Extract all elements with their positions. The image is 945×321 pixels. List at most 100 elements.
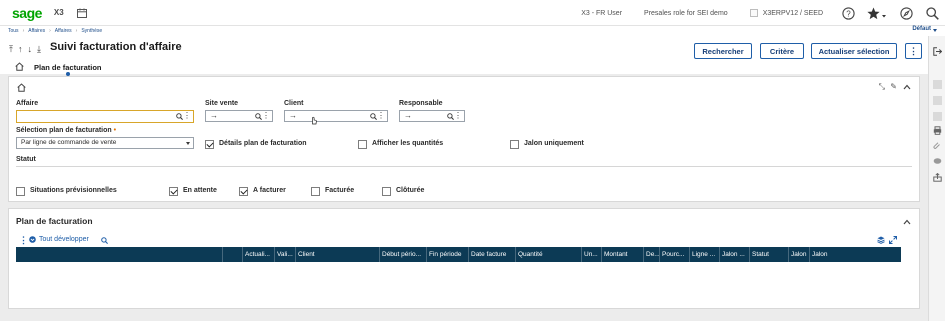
compass-icon[interactable] xyxy=(899,6,913,20)
status-checkbox-a-facturer[interactable] xyxy=(239,187,248,196)
breadcrumb-item-affaires-2[interactable]: Affaires xyxy=(55,28,72,34)
side-panel-icon-2[interactable] xyxy=(933,96,942,105)
milestone-only-checkbox[interactable] xyxy=(510,140,519,149)
column-header[interactable]: Vali... xyxy=(274,247,295,262)
client-field[interactable]: → ⋮ xyxy=(284,110,388,125)
column-header[interactable]: Montant xyxy=(601,247,643,262)
criteria-button[interactable]: Critère xyxy=(760,43,804,59)
status-label-en-attente: En attente xyxy=(183,187,217,194)
default-view-selector[interactable]: Défaut xyxy=(912,26,931,32)
home-icon[interactable] xyxy=(17,83,26,94)
site-field[interactable]: → ⋮ xyxy=(205,110,273,122)
search-icon[interactable] xyxy=(101,237,108,244)
status-heading: Statut xyxy=(16,156,36,163)
help-icon[interactable]: ? xyxy=(841,6,855,20)
status-label-a-facturer: A facturer xyxy=(253,187,286,194)
chevron-up-icon[interactable] xyxy=(903,83,911,92)
status-checkbox-facturee[interactable] xyxy=(311,187,320,196)
chevron-up-icon[interactable] xyxy=(903,218,911,227)
column-header[interactable]: Client xyxy=(295,247,379,262)
site-label: Site vente xyxy=(205,100,239,107)
grid-menu-icon[interactable]: ⋮ xyxy=(19,235,28,246)
status-checkbox-previsionnelles[interactable] xyxy=(16,187,25,196)
more-actions-button[interactable]: ⋮ xyxy=(905,43,922,59)
column-header[interactable]: Pourc... xyxy=(659,247,689,262)
svg-text:?: ? xyxy=(846,9,851,18)
column-header[interactable]: Fin période xyxy=(426,247,468,262)
previous-record-icon[interactable]: ↑ xyxy=(18,44,23,55)
arrow-right-icon[interactable]: → xyxy=(404,111,412,120)
first-record-icon[interactable]: ⤒ xyxy=(9,44,13,55)
column-header[interactable]: Un... xyxy=(581,247,601,262)
breadcrumb-item-synthese[interactable]: Synthèse xyxy=(81,28,102,34)
column-header[interactable]: Jalon xyxy=(788,247,809,262)
selection-plan-dropdown[interactable]: Par ligne de commande de vente xyxy=(16,137,194,149)
column-header[interactable]: Début pério... xyxy=(379,247,426,262)
responsable-field[interactable]: → ⋮ xyxy=(399,110,465,122)
tab-billing-plan[interactable]: Plan de facturation xyxy=(34,63,102,72)
search-icon[interactable] xyxy=(370,113,377,120)
column-header[interactable]: Statut xyxy=(749,247,788,262)
column-header[interactable]: Jalon xyxy=(809,247,901,262)
details-plan-label: Détails plan de facturation xyxy=(219,140,307,147)
field-menu-icon[interactable]: ⋮ xyxy=(262,111,270,120)
column-header[interactable] xyxy=(222,247,242,262)
criteria-panel: ⤡ ✎ Affaire ⋮ Site vente → ⋮ Client → ⋮ … xyxy=(8,76,920,202)
search-icon[interactable] xyxy=(447,113,454,120)
sage-logo[interactable]: sage xyxy=(12,5,42,21)
next-record-icon[interactable]: ↓ xyxy=(27,44,32,55)
collapse-all-icon[interactable]: ⤡ xyxy=(879,82,885,92)
details-plan-checkbox[interactable] xyxy=(205,140,214,149)
search-icon[interactable] xyxy=(925,6,939,20)
search-icon[interactable] xyxy=(176,113,183,120)
side-panel-icon-3[interactable] xyxy=(933,112,942,121)
search-button[interactable]: Rechercher xyxy=(694,43,752,59)
status-checkbox-cloturee[interactable] xyxy=(382,187,391,196)
grid-header-row: Actuali... Vali... Client Début pério...… xyxy=(16,247,901,262)
chevron-down-icon[interactable] xyxy=(933,29,937,32)
status-checkbox-en-attente[interactable] xyxy=(169,187,178,196)
folder-selector[interactable]: X3ERPV12 / SEED xyxy=(749,9,823,17)
show-quantities-checkbox[interactable] xyxy=(358,140,367,149)
column-header[interactable]: Jalon ... xyxy=(719,247,749,262)
attachment-icon[interactable] xyxy=(933,142,942,151)
breadcrumb-item-tous[interactable]: Tous xyxy=(8,28,19,34)
column-header[interactable]: De... xyxy=(643,247,659,262)
search-icon[interactable] xyxy=(255,113,262,120)
folder-label: X3ERPV12 / SEED xyxy=(762,9,823,17)
required-indicator: • xyxy=(113,127,117,134)
refresh-selection-button[interactable]: Actualiser sélection xyxy=(811,43,897,59)
column-header[interactable]: Actuali... xyxy=(242,247,274,262)
layers-icon[interactable] xyxy=(877,236,885,244)
calendar-icon[interactable] xyxy=(76,8,87,18)
field-menu-icon[interactable]: ⋮ xyxy=(183,111,191,120)
column-header[interactable]: Ligne ... xyxy=(689,247,719,262)
arrow-right-icon[interactable]: → xyxy=(289,111,297,120)
field-menu-icon[interactable]: ⋮ xyxy=(377,111,385,120)
expand-all-label: Tout développer xyxy=(39,236,89,243)
breadcrumb-item-affaires[interactable]: Affaires xyxy=(28,28,45,34)
comment-icon[interactable] xyxy=(933,157,942,166)
folder-icon xyxy=(749,9,758,17)
pencil-icon[interactable]: ✎ xyxy=(890,82,897,91)
affaire-field[interactable]: ⋮ xyxy=(16,110,194,123)
field-menu-icon[interactable]: ⋮ xyxy=(454,111,462,120)
selection-plan-value: Par ligne de commande de vente xyxy=(21,139,117,146)
user-role[interactable]: Presales role for SEI demo xyxy=(644,10,728,17)
expand-all-button[interactable]: Tout développer xyxy=(29,236,89,243)
divider xyxy=(16,166,912,167)
arrow-right-icon[interactable]: → xyxy=(210,111,218,120)
last-record-icon[interactable]: ⤓ xyxy=(37,44,41,55)
user-name[interactable]: X3 - FR User xyxy=(581,10,622,17)
side-panel-icon-1[interactable] xyxy=(933,80,942,89)
column-header[interactable]: Date facture xyxy=(468,247,515,262)
column-header[interactable]: Quantité xyxy=(515,247,581,262)
record-navigation: ⤒ ↑ ↓ ⤓ xyxy=(9,44,41,55)
exit-icon[interactable] xyxy=(933,47,942,56)
export-icon[interactable] xyxy=(933,173,942,182)
column-header[interactable] xyxy=(16,247,222,262)
home-icon[interactable] xyxy=(15,62,24,71)
fullscreen-icon[interactable] xyxy=(889,236,897,244)
favorites-star-icon[interactable] xyxy=(867,6,887,20)
print-icon[interactable] xyxy=(933,126,942,135)
